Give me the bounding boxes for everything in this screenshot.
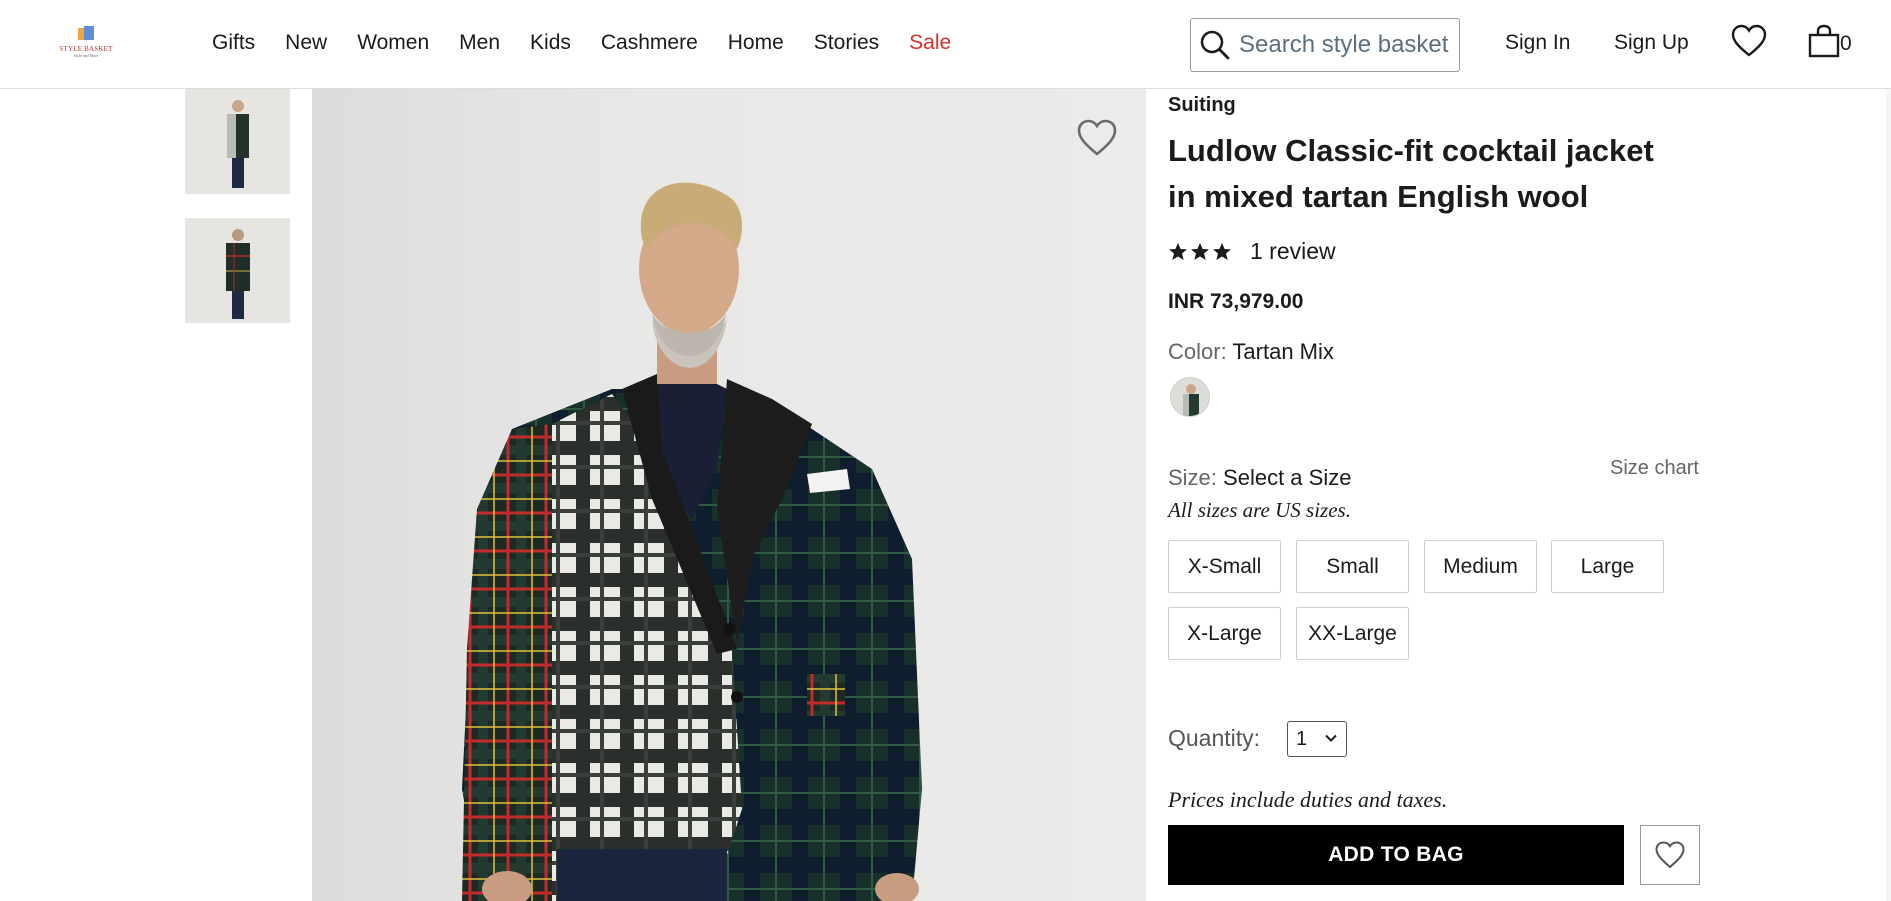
nav-item-sale[interactable]: Sale [909,30,951,56]
logo-tagline: Style and More [73,53,99,58]
nav-item-new[interactable]: New [285,30,327,56]
heart-outline-icon [1077,119,1117,156]
cart-count-badge: 0 [1840,32,1852,55]
star-icon [1169,242,1187,260]
product-main-image[interactable] [312,89,1146,901]
size-button-small[interactable]: Small [1296,540,1409,593]
product-thumbnail-image [227,100,249,188]
quantity-label: Quantity: [1168,725,1261,751]
quantity-value: 1 [1296,727,1308,750]
shopping-bags-logo-icon [75,24,97,42]
size-note: All sizes are US sizes. [1168,498,1351,522]
star-icon [1213,242,1231,260]
nav-item-kids[interactable]: Kids [530,30,571,56]
size-button-medium[interactable]: Medium [1424,540,1537,593]
site-header: STYLE BASKET Style and More Gifts New Wo… [0,0,1891,89]
star-icon [1191,242,1209,260]
size-button-x-small[interactable]: X-Small [1168,540,1281,593]
size-button-x-large[interactable]: X-Large [1168,607,1281,660]
size-selection-label: Size: Select a Size [1168,465,1351,491]
nav-item-gifts[interactable]: Gifts [212,30,255,56]
cart-button[interactable] [1808,24,1840,63]
color-selection-label: Color: Tartan Mix [1168,339,1334,365]
chevron-down-icon [1325,734,1337,742]
nav-item-women[interactable]: Women [357,30,429,56]
color-swatch-tartan-mix[interactable] [1170,377,1210,417]
thumbnail-front[interactable] [185,89,290,194]
nav-item-stories[interactable]: Stories [814,30,879,56]
nav-item-home[interactable]: Home [728,30,784,56]
add-to-wishlist-button[interactable] [1640,825,1700,885]
star-rating [1168,242,1232,262]
size-button-large[interactable]: Large [1551,540,1664,593]
search-input[interactable] [1239,31,1459,59]
color-value: Tartan Mix [1232,339,1334,364]
nav-item-cashmere[interactable]: Cashmere [601,30,698,56]
favorite-image-button[interactable] [1076,118,1118,163]
add-to-bag-button[interactable]: ADD TO BAG [1168,825,1624,885]
search-box[interactable] [1190,18,1460,72]
heart-icon [1731,24,1767,57]
product-title: Ludlow Classic-fit cocktail jacket in mi… [1168,133,1654,214]
size-button-xx-large[interactable]: XX-Large [1296,607,1409,660]
product-rating[interactable]: 1 review [1168,238,1336,265]
product-price: INR 73,979.00 [1168,290,1304,313]
size-chart-link[interactable]: Size chart [1610,457,1699,480]
product-thumbnail-image [226,229,250,319]
logo-text: STYLE BASKET [59,45,113,53]
shopping-bag-icon [1808,24,1840,58]
thumbnail-back[interactable] [185,218,290,323]
sign-in-link[interactable]: Sign In [1505,31,1570,55]
product-photo [462,182,922,901]
brand-logo[interactable]: STYLE BASKET Style and More [58,24,114,64]
size-label: Size: [1168,465,1217,490]
heart-outline-icon [1655,841,1685,869]
size-value: Select a Size [1223,465,1352,490]
wishlist-button[interactable] [1731,24,1767,63]
product-category: Suiting [1168,94,1236,116]
duties-note: Prices include duties and taxes. [1168,787,1448,812]
review-count-link[interactable]: 1 review [1250,238,1336,265]
quantity-select[interactable]: 1 [1287,721,1347,757]
main-nav: Gifts New Women Men Kids Cashmere Home S… [212,30,981,56]
search-icon [1200,30,1230,60]
page-scrollbar[interactable] [1886,89,1891,901]
color-label: Color: [1168,339,1227,364]
nav-item-men[interactable]: Men [459,30,500,56]
swatch-image [1183,384,1199,416]
sign-up-link[interactable]: Sign Up [1614,31,1689,55]
